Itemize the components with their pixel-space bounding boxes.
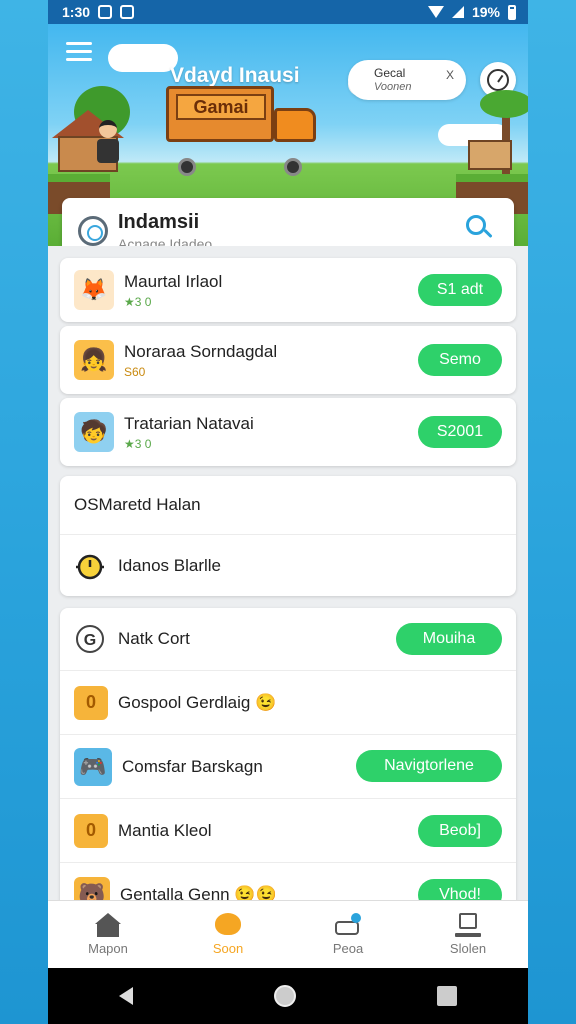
g-logo-icon: G [76, 625, 104, 653]
recents-icon[interactable] [437, 986, 458, 1006]
item-price: S60 [124, 364, 146, 379]
nav-item-games[interactable]: Soon [168, 901, 288, 968]
list-item[interactable]: G Natk Cort Mouiha [60, 608, 516, 670]
fox-avatar-icon: 🦊 [74, 270, 114, 310]
close-icon[interactable]: X [446, 68, 454, 82]
item-title: Gentalla Genn 😉😉 [120, 884, 277, 901]
item-title: Gospool Gerdlaig 😉 [118, 692, 277, 712]
action-button[interactable]: Vhod! [418, 879, 502, 900]
truck-cab-decoration [274, 108, 316, 142]
wifi-icon [427, 6, 444, 18]
action-button[interactable]: S1 adt [418, 274, 502, 306]
list-item[interactable]: OSMaretd Halan [60, 476, 516, 534]
bear-avatar-icon: 🐻 [74, 876, 110, 900]
item-rating: ★3 0 [124, 436, 152, 451]
action-button[interactable]: Navigtorlene [356, 750, 502, 782]
house-decoration [468, 140, 512, 170]
timer-icon [76, 554, 104, 579]
nav-label: Slolen [449, 941, 487, 956]
kid-avatar-icon: 🧒 [74, 412, 114, 452]
search-card[interactable]: Indamsii Acnage Idadeo [62, 198, 514, 246]
wheel-decoration [284, 158, 302, 176]
featured-card: 👧 Noraraa Sorndagdal S60 Semo [60, 326, 516, 394]
header-banner: Vdayd Inausi Gecal Voonen X Gamai Indams… [48, 24, 528, 246]
menu-icon[interactable] [66, 42, 92, 64]
game-avatar-icon: 🎮 [74, 747, 112, 786]
featured-card: 🧒 Tratarian Natavai ★3 0 S2001 [60, 398, 516, 466]
list-item[interactable]: 🧒 Tratarian Natavai ★3 0 S2001 [60, 398, 516, 466]
section-card: G Natk Cort Mouiha 0 Gospool Gerdlaig 😉 … [60, 608, 516, 900]
item-title: Natk Cort [118, 629, 190, 648]
featured-card: 🦊 Maurtal Irlaol ★3 0 S1 adt [60, 258, 516, 322]
cloud-decoration [108, 44, 178, 72]
girl-avatar-icon: 👧 [74, 340, 114, 380]
search-card-subtitle: Acnage Idadeo [118, 235, 213, 247]
list-item[interactable]: 🦊 Maurtal Irlaol ★3 0 S1 adt [60, 258, 516, 322]
item-title: Maurtal Irlaol [124, 271, 223, 291]
phone-screen: 1:30 19% Vdayd Inausi Gecal Voonen X Gam… [48, 0, 528, 1024]
character-figure [96, 120, 120, 164]
item-title: Mantia Kleol [118, 820, 212, 840]
nav-item-laptop[interactable]: Slolen [408, 901, 528, 968]
bottom-nav: Mapon Soon Peoa Slolen [48, 900, 528, 968]
app-logo-icon [78, 216, 108, 246]
notification-icon [120, 5, 135, 19]
camera-icon [335, 913, 361, 937]
palm-decoration [480, 90, 528, 118]
list-item[interactable]: 🐻 Gentalla Genn 😉😉 Vhod! [60, 862, 516, 900]
notice-subline: Voonen [374, 81, 412, 93]
item-title: OSMaretd Halan [74, 495, 201, 514]
list-item[interactable]: 0 Mantia Kleol Beob] [60, 798, 516, 862]
coin-icon: 0 [74, 685, 108, 720]
clock-icon [487, 69, 509, 91]
battery-icon [508, 4, 516, 20]
notice-bubble[interactable]: Gecal Voonen X [348, 60, 466, 100]
item-title: Comsfar Barskagn [122, 756, 263, 776]
gold-coin-icon: 0 [74, 813, 108, 848]
battery-level: 19% [471, 4, 500, 20]
search-card-title: Indamsii [118, 210, 200, 233]
section-card: OSMaretd Halan Idanos Blarlle [60, 476, 516, 596]
item-title: Idanos Blarlle [118, 555, 222, 575]
action-button[interactable]: S2001 [418, 416, 502, 448]
truck-sign: Gamai [176, 94, 266, 120]
list-item[interactable]: 🎮 Comsfar Barskagn Navigtorlene [60, 734, 516, 798]
item-title: Noraraa Sorndagdal [124, 341, 278, 361]
nav-label: Peoa [332, 941, 364, 956]
search-icon[interactable] [466, 215, 494, 243]
g-logo-glyph: G [84, 632, 96, 649]
nav-label: Mapon [88, 941, 128, 956]
item-rating: ★3 0 [124, 294, 152, 309]
laptop-icon [455, 913, 481, 937]
nav-item-camera[interactable]: Peoa [288, 901, 408, 968]
action-button[interactable]: Beob] [418, 815, 502, 847]
content-list[interactable]: 🦊 Maurtal Irlaol ★3 0 S1 adt 👧 Noraraa S… [48, 246, 528, 900]
status-bar: 1:30 19% [48, 0, 528, 24]
status-time: 1:30 [62, 4, 91, 20]
action-button[interactable]: Semo [418, 344, 502, 376]
list-item[interactable]: Idanos Blarlle [60, 534, 516, 596]
item-title: Tratarian Natavai [124, 413, 254, 433]
notification-icon [98, 5, 113, 19]
list-item[interactable]: 👧 Noraraa Sorndagdal S60 Semo [60, 326, 516, 394]
app-title: Vdayd Inausi [170, 64, 300, 87]
wheel-decoration [178, 158, 196, 176]
home-icon [95, 913, 121, 937]
list-item[interactable]: 0 Gospool Gerdlaig 😉 [60, 670, 516, 734]
back-icon[interactable] [118, 987, 133, 1005]
game-icon [215, 913, 241, 937]
action-button[interactable]: Mouiha [396, 623, 502, 655]
nav-label: Soon [212, 941, 244, 956]
signal-icon [451, 6, 464, 18]
system-nav-bar [48, 968, 528, 1024]
home-button-icon[interactable] [273, 985, 296, 1007]
nav-item-home[interactable]: Mapon [48, 901, 168, 968]
